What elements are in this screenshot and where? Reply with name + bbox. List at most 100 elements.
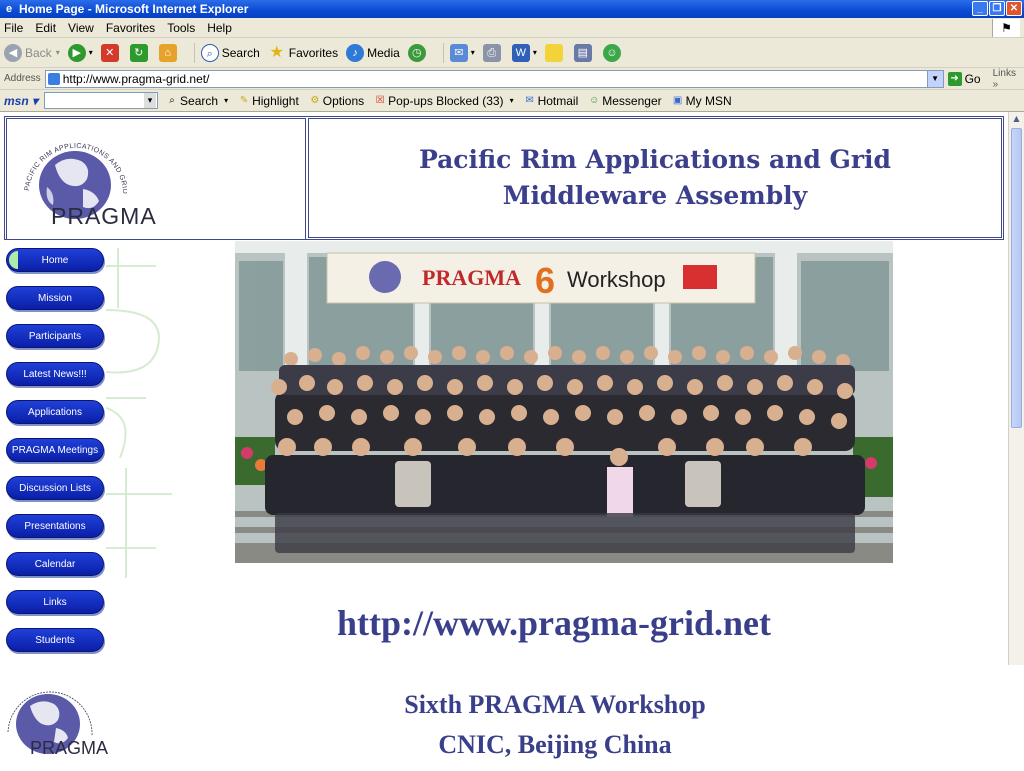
messenger-people-icon: ☺ (602, 43, 621, 62)
nav-discussion-lists-label: Discussion Lists (19, 482, 91, 494)
discuss-button[interactable] (544, 43, 566, 62)
print-button[interactable]: ⎙ (482, 43, 504, 62)
window-title-bar[interactable]: e Home Page - Microsoft Internet Explore… (0, 0, 1024, 18)
stop-icon: ✕ (100, 43, 119, 62)
history-icon: ◷ (407, 43, 426, 62)
search-icon: ⌕ (200, 43, 219, 62)
research-button[interactable]: ▤ (573, 43, 595, 62)
messenger-button[interactable]: ☺ Messenger (588, 94, 661, 108)
media-icon: ♪ (346, 43, 365, 62)
nav-mission-label: Mission (38, 292, 72, 304)
minimize-button[interactable]: _ (972, 1, 988, 16)
address-bar: Address http://www.pragma-grid.net/ ▼ ➜ … (0, 68, 1024, 90)
popups-blocked-label: Pop-ups Blocked (33) (388, 93, 504, 108)
history-button[interactable]: ◷ (407, 43, 429, 62)
nav-home-label: Home (41, 254, 69, 266)
refresh-icon: ↻ (129, 43, 148, 62)
hotmail-button[interactable]: ✉ Hotmail (524, 94, 578, 108)
home-button[interactable]: ⌂ (158, 43, 180, 62)
nav-calendar[interactable]: Calendar (6, 552, 104, 576)
mymsn-label: My MSN (685, 93, 732, 108)
nav-applications-label: Applications (28, 406, 82, 418)
nav-presentations[interactable]: Presentations (6, 514, 104, 538)
favorites-button[interactable]: ★ Favorites (268, 44, 339, 62)
msn-search-dropdown-icon[interactable]: ▾ (224, 96, 228, 105)
workshop-location: CNIC, Beijing China (438, 730, 672, 759)
refresh-button[interactable]: ↻ (129, 43, 151, 62)
menu-favorites[interactable]: Favorites (106, 21, 155, 35)
menu-help[interactable]: Help (207, 21, 232, 35)
scroll-thumb[interactable] (1011, 128, 1022, 428)
pragma-logo[interactable]: PACIFIC RIM APPLICATIONS AND GRID MIDDLE… (6, 118, 306, 240)
forward-arrow-icon: ▶ (67, 43, 86, 62)
menu-file[interactable]: File (4, 21, 23, 35)
scroll-up-icon[interactable]: ▲ (1011, 114, 1022, 126)
workshop-title: Sixth PRAGMA Workshop (404, 690, 706, 719)
nav-discussion-lists[interactable]: Discussion Lists (6, 476, 104, 500)
edit-button[interactable]: W ▾ (511, 43, 537, 62)
ie-logo-icon: e (5, 3, 13, 15)
msn-highlight-button[interactable]: ✎ Highlight (238, 94, 299, 108)
back-dropdown-icon[interactable]: ▾ (56, 48, 60, 57)
msn-logo-text: msn (4, 93, 29, 108)
word-edit-icon: W (511, 43, 530, 62)
menu-tools[interactable]: Tools (167, 21, 195, 35)
nav-participants[interactable]: Participants (6, 324, 104, 348)
msn-search-button[interactable]: ⌕ Search ▾ (166, 94, 228, 108)
nav-home[interactable]: Home (6, 248, 104, 272)
address-dropdown-icon[interactable]: ▼ (926, 70, 943, 87)
page-scrollbar[interactable]: ▲ (1008, 112, 1024, 665)
address-value: http://www.pragma-grid.net/ (62, 71, 210, 86)
edit-dropdown-icon[interactable]: ▾ (533, 48, 537, 57)
msn-logo[interactable]: msn ▾ (4, 94, 38, 108)
menu-view[interactable]: View (68, 21, 94, 35)
mail-dropdown-icon[interactable]: ▾ (471, 48, 475, 57)
media-label: Media (367, 45, 400, 60)
nav-pragma-meetings[interactable]: PRAGMA Meetings (6, 438, 104, 462)
hotmail-icon: ✉ (525, 94, 534, 106)
msn-options-button[interactable]: ⚙ Options (309, 94, 364, 108)
stop-button[interactable]: ✕ (100, 43, 122, 62)
back-label: Back (25, 45, 52, 60)
page-icon (47, 72, 60, 85)
home-icon: ⌂ (158, 43, 177, 62)
msn-highlight-label: Highlight (252, 93, 299, 108)
window-controls: _ ❐ ✕ (972, 1, 1022, 16)
print-icon: ⎙ (482, 43, 501, 62)
mail-button[interactable]: ✉ ▾ (449, 43, 475, 62)
footer-logo-text: PRAGMA (30, 738, 109, 758)
media-button[interactable]: ♪ Media (346, 43, 400, 62)
site-url-heading[interactable]: http://www.pragma-grid.net (0, 602, 1008, 644)
page-header: PACIFIC RIM APPLICATIONS AND GRID MIDDLE… (4, 116, 1004, 240)
msn-search-label: Search (180, 93, 219, 108)
page-title: Pacific Rim Applications and Grid Middle… (308, 118, 1002, 238)
nav-pragma-meetings-label: PRAGMA Meetings (11, 444, 99, 456)
nav-latest-news-label: Latest News!!! (23, 368, 87, 380)
popups-blocked-button[interactable]: ☒ Pop-ups Blocked (33) ▾ (374, 93, 514, 108)
nav-latest-news[interactable]: Latest News!!! (6, 362, 104, 386)
nav-mission[interactable]: Mission (6, 286, 104, 310)
maximize-button[interactable]: ❐ (989, 1, 1005, 16)
nav-presentations-label: Presentations (24, 520, 86, 532)
mymsn-button[interactable]: ▣ My MSN (672, 94, 732, 108)
page-title-line1: Pacific Rim Applications and Grid (418, 145, 892, 174)
msn-search-box[interactable] (44, 92, 159, 109)
logo-text: PRAGMA (51, 203, 157, 229)
footer-pragma-logo: PRAGMA (0, 680, 112, 768)
forward-button[interactable]: ▶ ▾ (67, 43, 93, 62)
nav-applications[interactable]: Applications (6, 400, 104, 424)
banner-workshop-text: Workshop (567, 267, 666, 292)
go-button[interactable]: ➜ Go (947, 71, 981, 86)
close-button[interactable]: ✕ (1006, 1, 1022, 16)
search-button[interactable]: ⌕ Search (200, 43, 260, 62)
nav-calendar-label: Calendar (34, 558, 76, 570)
menu-edit[interactable]: Edit (35, 21, 56, 35)
messenger-toolbar-button[interactable]: ☺ (602, 43, 624, 62)
msn-toolbar: msn ▾ ⌕ Search ▾ ✎ Highlight ⚙ Options ☒… (0, 90, 1024, 112)
forward-dropdown-icon[interactable]: ▾ (89, 48, 93, 57)
popups-dropdown-icon[interactable]: ▾ (510, 96, 514, 105)
back-button[interactable]: ◀ Back ▾ (4, 43, 60, 62)
links-toolbar[interactable]: Links » (993, 68, 1024, 90)
address-input[interactable]: http://www.pragma-grid.net/ ▼ (44, 69, 944, 88)
favorites-label: Favorites (288, 45, 339, 60)
